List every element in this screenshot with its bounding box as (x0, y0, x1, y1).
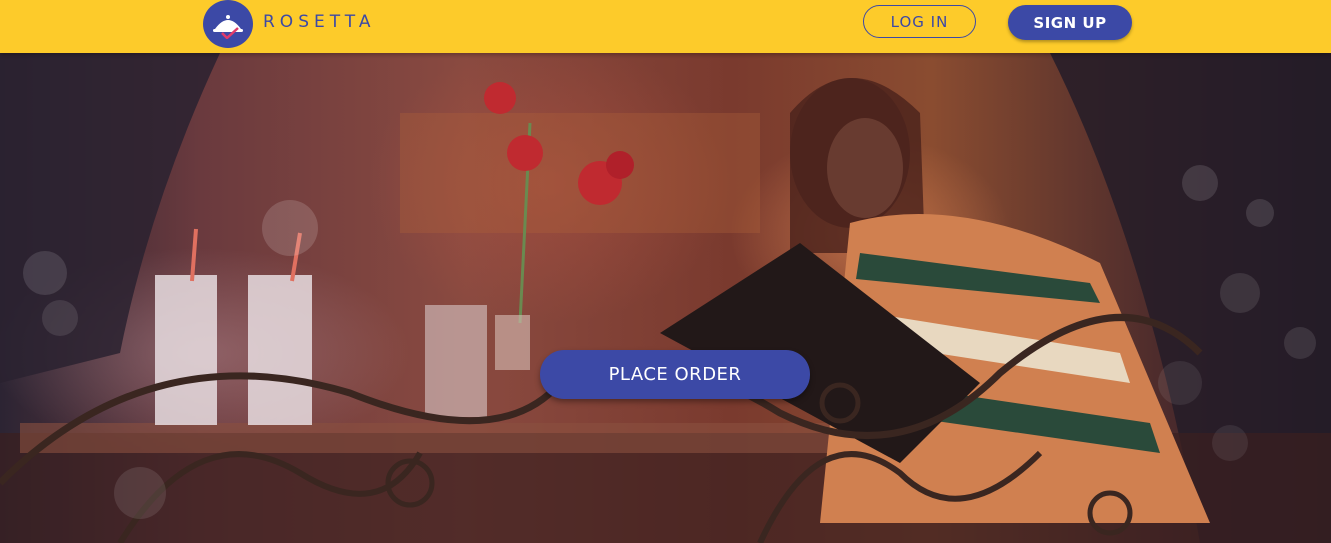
top-navbar: ROSETTA LOG IN SIGN UP (0, 0, 1331, 53)
place-order-button[interactable]: PLACE ORDER (540, 350, 810, 399)
restaurant-photo (0, 53, 1331, 543)
hero-banner: PLACE ORDER (0, 53, 1331, 543)
signup-button[interactable]: SIGN UP (1008, 5, 1132, 40)
brand-logo[interactable]: ROSETTA (203, 0, 376, 53)
login-button[interactable]: LOG IN (863, 5, 976, 38)
brand-name: ROSETTA (263, 12, 376, 32)
cloche-icon (203, 0, 253, 48)
